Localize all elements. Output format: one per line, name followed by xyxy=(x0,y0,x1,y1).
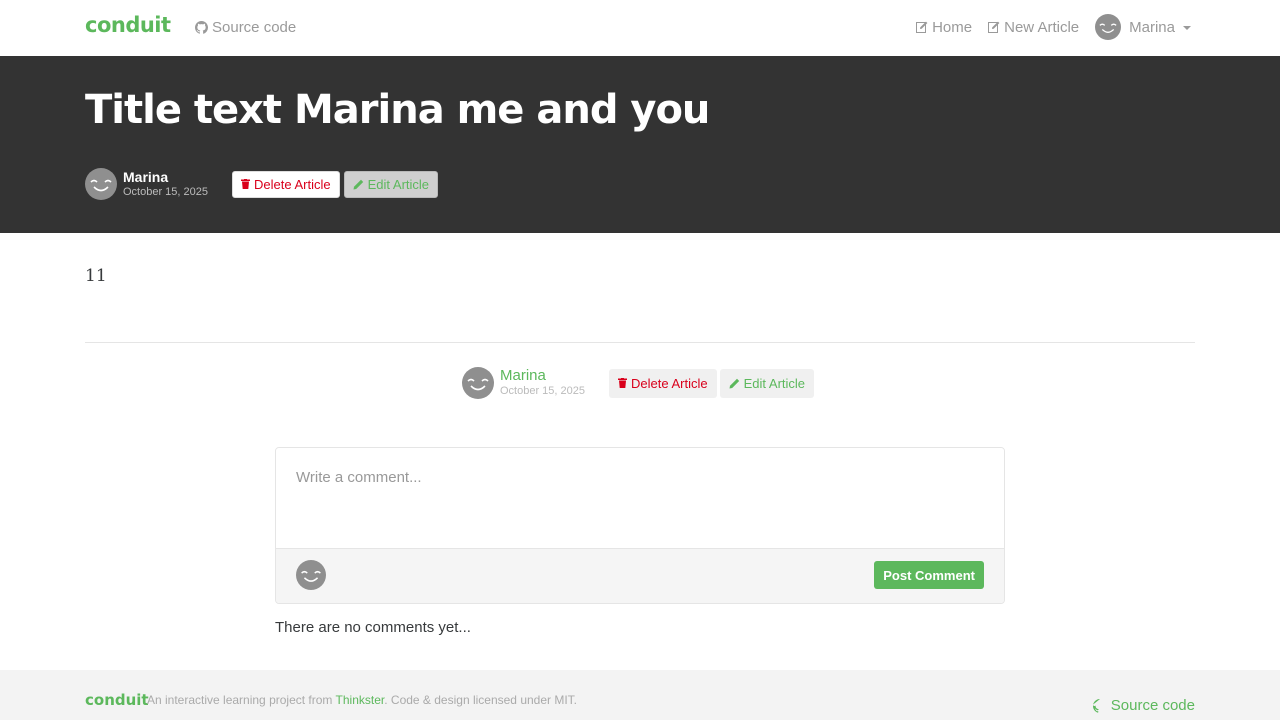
footer-source-code-label: Source code xyxy=(1110,697,1195,714)
author-avatar[interactable] xyxy=(462,367,494,399)
article-meta: Marina October 15, 2025 Delete Article E… xyxy=(85,168,439,200)
thinkster-link[interactable]: Thinkster xyxy=(336,693,385,707)
no-comments-text: There are no comments yet... xyxy=(275,619,471,636)
nav-user-name: Marina xyxy=(1129,18,1175,36)
nav-source-code-link[interactable]: Source code xyxy=(195,19,296,36)
author-avatar[interactable] xyxy=(85,168,117,200)
nav-new-article-link[interactable]: New Article xyxy=(988,19,1079,36)
author-name-link[interactable]: Marina xyxy=(500,368,585,384)
nav-new-article-label: New Article xyxy=(1004,18,1080,36)
footer-attribution: An interactive learning project from Thi… xyxy=(147,693,577,707)
comment-form-footer: Post Comment xyxy=(276,549,1004,603)
author-info: Marina October 15, 2025 xyxy=(123,169,208,199)
author-name-link[interactable]: Marina xyxy=(123,169,208,185)
comment-author-avatar xyxy=(296,560,326,590)
user-avatar xyxy=(1095,14,1122,40)
edit-icon xyxy=(988,21,1000,33)
comment-input[interactable] xyxy=(276,448,1004,549)
article-banner: Title text Marina me and you Marina Octo… xyxy=(0,56,1280,233)
pencil-icon xyxy=(729,378,739,388)
github-icon xyxy=(1092,698,1100,713)
github-icon xyxy=(195,21,208,34)
edit-article-button[interactable]: Edit Article xyxy=(343,170,439,198)
edit-article-button[interactable]: Edit Article xyxy=(719,368,815,398)
footer-source-code-link[interactable]: Source code xyxy=(1092,697,1195,714)
edit-icon xyxy=(916,21,928,33)
article-title: Title text Marina me and you xyxy=(85,87,710,133)
brand-logo[interactable]: conduit xyxy=(85,13,171,37)
footer-text-before: An interactive learning project from xyxy=(147,693,336,707)
nav-source-code-label: Source code xyxy=(212,19,297,36)
nav-right-menu: Home New Article Marina xyxy=(916,14,1191,40)
trash-icon xyxy=(618,378,628,388)
page-footer: conduit An interactive learning project … xyxy=(0,670,1280,720)
article-actions-meta: Marina October 15, 2025 Delete Article E… xyxy=(462,367,815,399)
delete-article-label: Delete Article xyxy=(631,375,708,391)
nav-user-dropdown[interactable]: Marina xyxy=(1095,14,1191,40)
nav-home-label: Home xyxy=(932,18,973,36)
nav-home-link[interactable]: Home xyxy=(916,19,972,36)
delete-article-button[interactable]: Delete Article xyxy=(232,170,340,198)
divider xyxy=(85,342,1195,343)
comment-form: Post Comment xyxy=(275,447,1005,604)
delete-article-button[interactable]: Delete Article xyxy=(609,368,717,398)
article-date: October 15, 2025 xyxy=(123,186,209,198)
footer-brand-logo[interactable]: conduit xyxy=(85,691,149,709)
edit-article-label: Edit Article xyxy=(367,176,430,192)
trash-icon xyxy=(241,179,251,189)
chevron-down-icon xyxy=(1183,26,1191,30)
delete-article-label: Delete Article xyxy=(254,176,331,192)
article-date: October 15, 2025 xyxy=(500,385,586,397)
author-info: Marina October 15, 2025 xyxy=(500,368,585,398)
pencil-icon xyxy=(353,179,363,189)
post-comment-button[interactable]: Post Comment xyxy=(874,561,984,589)
footer-text-after: . Code & design licensed under MIT. xyxy=(384,693,578,707)
top-navbar: conduit Source code Home New Article Mar… xyxy=(0,0,1280,56)
article-body: 11 xyxy=(85,266,107,286)
edit-article-label: Edit Article xyxy=(743,375,806,391)
